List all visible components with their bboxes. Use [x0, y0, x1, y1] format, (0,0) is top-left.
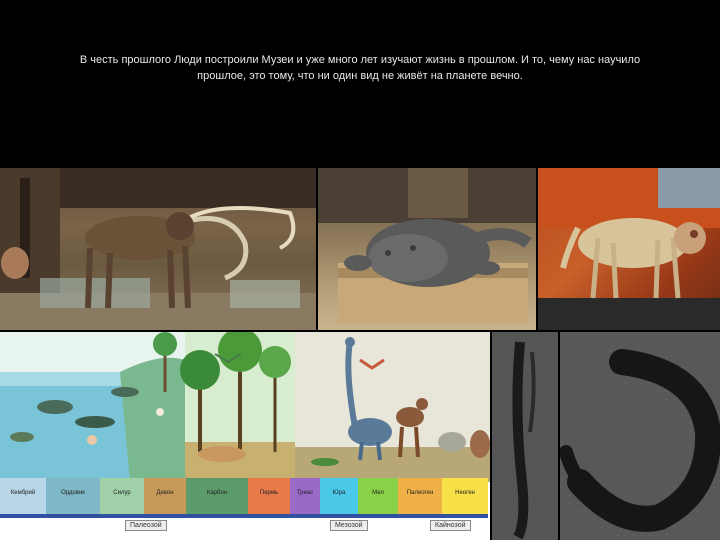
timeline-arrow	[0, 514, 488, 518]
fossil-slab-photo	[492, 332, 558, 540]
caption-line-2: прошлое, это тому, что ни один вид не жи…	[197, 70, 523, 82]
period-cell: Девон	[144, 478, 186, 514]
dinosaur-skeleton-photo	[538, 168, 720, 330]
period-cell: Кембрий	[0, 478, 46, 514]
era-label-mesozoic: Мезозой	[330, 520, 368, 531]
eel-fossil-illustration	[560, 332, 720, 540]
period-cell: Неоген	[442, 478, 488, 514]
eel-fossil-photo	[560, 332, 720, 540]
era-label-paleozoic: Палеозой	[125, 520, 167, 531]
period-cell: Юра	[320, 478, 358, 514]
evolution-timeline-illustration: Кембрий Ордовик Силур Девон Карбон Пермь…	[0, 332, 490, 540]
mammoth-skeleton-photo	[0, 168, 316, 330]
period-cell: Силур	[100, 478, 144, 514]
prehistoric-scene	[0, 332, 490, 482]
period-cell: Карбон	[186, 478, 248, 514]
geologic-period-strip: Кембрий Ордовик Силур Девон Карбон Пермь…	[0, 478, 488, 514]
era-labels: Палеозой Мезозой Кайнозой	[0, 520, 488, 536]
mammoth-skeleton-illustration	[0, 168, 316, 330]
period-cell: Палеоген	[398, 478, 442, 514]
period-cell: Ордовик	[46, 478, 100, 514]
period-cell: Пермь	[248, 478, 290, 514]
fossil-slab-illustration	[492, 332, 558, 540]
slide-caption: В честь прошлого Люди построили Музеи и …	[40, 52, 680, 84]
period-cell: Триас	[290, 478, 320, 514]
amphibian-fossil-photo	[318, 168, 536, 330]
era-label-cenozoic: Кайнозой	[430, 520, 471, 531]
caption-line-1: В честь прошлого Люди построили Музеи и …	[79, 54, 641, 66]
amphibian-fossil-illustration	[318, 168, 536, 323]
period-cell: Мел	[358, 478, 398, 514]
dinosaur-skeleton-illustration	[538, 168, 720, 330]
